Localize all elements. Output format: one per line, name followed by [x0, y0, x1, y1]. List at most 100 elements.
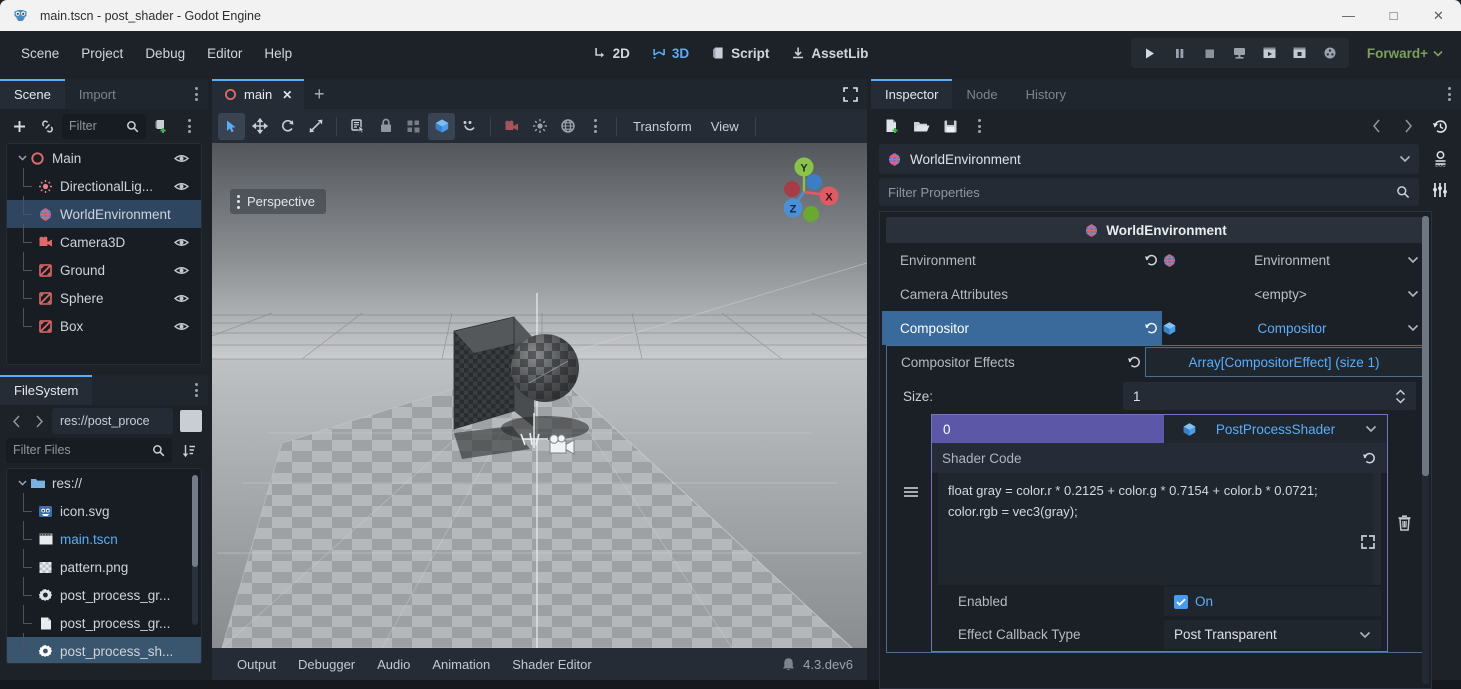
- tree-item-worldenvironment[interactable]: WorldEnvironment: [7, 200, 201, 228]
- inspector-dock-menu-button[interactable]: [1437, 79, 1461, 109]
- property-environment-control[interactable]: Environment: [1162, 253, 1429, 268]
- inspector-scrollbar[interactable]: [1422, 216, 1429, 684]
- fs-item-res-root[interactable]: res://: [7, 469, 201, 497]
- filesystem-scrollbar[interactable]: [192, 475, 198, 625]
- sun-preview-tool-button[interactable]: [526, 113, 553, 140]
- perspective-label[interactable]: Perspective: [230, 189, 326, 214]
- fullscreen-icon[interactable]: [833, 79, 867, 109]
- visibility-toggle-icon[interactable]: [174, 237, 189, 248]
- filesystem-tree[interactable]: res:// icon.svg main.tscn: [6, 468, 202, 664]
- list-select-tool-button[interactable]: [344, 113, 371, 140]
- menu-debug[interactable]: Debug: [134, 41, 196, 66]
- compositor-effects-row[interactable]: Compositor Effects Array[CompositorEffec…: [887, 346, 1424, 378]
- revert-icon[interactable]: [1140, 322, 1162, 335]
- attach-script-icon[interactable]: [148, 113, 174, 139]
- property-enabled[interactable]: Enabled On: [932, 585, 1387, 618]
- chevron-left-icon[interactable]: [6, 409, 26, 433]
- tab-node[interactable]: Node: [952, 79, 1011, 109]
- notification-icon[interactable]: [782, 657, 795, 672]
- property-effect-callback-type[interactable]: Effect Callback Type Post Transparent: [932, 618, 1387, 651]
- filter-properties-input[interactable]: Filter Properties: [879, 178, 1419, 206]
- chevron-down-icon[interactable]: [1359, 631, 1371, 639]
- chevron-right-icon[interactable]: [1395, 113, 1421, 139]
- bottom-tab-audio[interactable]: Audio: [366, 653, 421, 676]
- chevron-down-icon[interactable]: [15, 155, 29, 161]
- spinner-icon[interactable]: [1395, 389, 1406, 404]
- mode-assetlib-button[interactable]: AssetLib: [782, 41, 877, 66]
- lock-tool-button[interactable]: [372, 113, 399, 140]
- trash-icon[interactable]: [1388, 414, 1420, 652]
- tree-item-camera3d[interactable]: Camera3D: [7, 228, 201, 256]
- array-size-input[interactable]: 1: [1123, 382, 1416, 410]
- film-icon[interactable]: [1315, 40, 1345, 66]
- play-custom-scene-icon[interactable]: [1285, 40, 1315, 66]
- filesystem-path-input[interactable]: res://post_proce: [52, 408, 173, 434]
- chevron-down-icon[interactable]: [1399, 155, 1411, 163]
- tree-item-ground[interactable]: Ground: [7, 256, 201, 284]
- view-menu[interactable]: View: [702, 115, 748, 138]
- group-tool-button[interactable]: [400, 113, 427, 140]
- chevron-down-icon[interactable]: [1407, 324, 1419, 332]
- scene-tree[interactable]: Main DirectionalLig...: [6, 143, 202, 365]
- transform-menu[interactable]: Transform: [624, 115, 701, 138]
- scene-tab-main[interactable]: main ✕: [212, 79, 304, 109]
- open-docs-icon[interactable]: DOC: [1427, 146, 1453, 172]
- revert-icon[interactable]: [1362, 452, 1377, 465]
- play-scene-icon[interactable]: [1255, 40, 1285, 66]
- fs-item-post-process-sh-resource[interactable]: post_process_sh...: [7, 637, 201, 664]
- view-axis-gizmo[interactable]: Y X Z: [763, 151, 845, 233]
- property-compositor[interactable]: Compositor Compositor: [880, 311, 1431, 345]
- menu-project[interactable]: Project: [70, 41, 134, 66]
- callback-control[interactable]: Post Transparent: [1164, 620, 1381, 649]
- bottom-tab-animation[interactable]: Animation: [421, 653, 501, 676]
- scale-tool-button[interactable]: [302, 113, 329, 140]
- environment-preview-tool-button[interactable]: [554, 113, 581, 140]
- maximize-button[interactable]: □: [1371, 0, 1416, 31]
- mode-script-button[interactable]: Script: [702, 41, 778, 66]
- tree-item-sphere[interactable]: Sphere: [7, 284, 201, 312]
- filesystem-dock-menu-button[interactable]: [184, 375, 208, 405]
- chevron-left-icon[interactable]: [1363, 113, 1389, 139]
- menu-editor[interactable]: Editor: [196, 41, 253, 66]
- tab-history[interactable]: History: [1012, 79, 1080, 109]
- checkbox-icon[interactable]: [1174, 595, 1188, 609]
- stop-icon[interactable]: [1195, 40, 1225, 66]
- select-tool-button[interactable]: [218, 113, 245, 140]
- property-environment[interactable]: Environment Environment: [880, 243, 1431, 277]
- menu-scene[interactable]: Scene: [10, 41, 70, 66]
- visibility-toggle-icon[interactable]: [174, 181, 189, 192]
- menu-help[interactable]: Help: [253, 41, 303, 66]
- tab-inspector[interactable]: Inspector: [871, 79, 952, 109]
- inspector-object-selector[interactable]: WorldEnvironment: [879, 144, 1419, 174]
- close-button[interactable]: ✕: [1416, 0, 1461, 31]
- chevron-down-icon[interactable]: [15, 480, 29, 486]
- chevron-right-icon[interactable]: [29, 409, 49, 433]
- property-camera-attributes[interactable]: Camera Attributes <empty>: [880, 277, 1431, 311]
- tab-scene[interactable]: Scene: [0, 79, 65, 109]
- open-folder-icon[interactable]: [908, 113, 934, 139]
- scene-options-menu-button[interactable]: [176, 113, 202, 139]
- array-element-resource[interactable]: PostProcessShader: [1164, 415, 1387, 443]
- bottom-tab-output[interactable]: Output: [226, 653, 287, 676]
- chevron-down-icon[interactable]: [1407, 256, 1419, 264]
- add-scene-tab-button[interactable]: +: [304, 79, 334, 109]
- chevron-down-icon[interactable]: [1365, 425, 1377, 433]
- fs-item-icon-svg[interactable]: icon.svg: [7, 497, 201, 525]
- camera-preview-tool-button[interactable]: [498, 113, 525, 140]
- minimize-button[interactable]: —: [1326, 0, 1371, 31]
- toggle-split-mode-button[interactable]: [180, 410, 202, 432]
- tab-import[interactable]: Import: [65, 79, 130, 109]
- history-icon[interactable]: [1427, 113, 1453, 139]
- rotate-tool-button[interactable]: [274, 113, 301, 140]
- visibility-toggle-icon[interactable]: [174, 293, 189, 304]
- close-icon[interactable]: ✕: [282, 88, 292, 102]
- scene-filter-input[interactable]: Filter: [62, 114, 146, 139]
- fs-item-main-tscn[interactable]: main.tscn: [7, 525, 201, 553]
- inspector-properties-panel[interactable]: WorldEnvironment Environment Environment: [879, 211, 1432, 689]
- pause-icon[interactable]: [1165, 40, 1195, 66]
- revert-icon[interactable]: [1140, 254, 1162, 267]
- revert-icon[interactable]: [1123, 356, 1145, 369]
- chevron-down-icon[interactable]: [1407, 290, 1419, 298]
- fs-item-post-process-gr-resource[interactable]: post_process_gr...: [7, 581, 201, 609]
- tab-filesystem[interactable]: FileSystem: [0, 375, 92, 405]
